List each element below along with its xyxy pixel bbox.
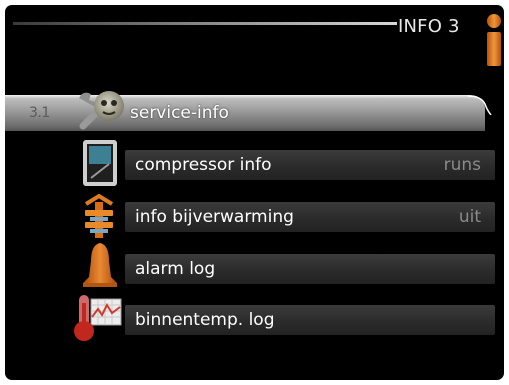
selection-corner-curl bbox=[468, 95, 492, 115]
menu-list: 3.1 service-info compressor info runs in… bbox=[5, 5, 504, 380]
menu-item-label: info bijverwarming bbox=[135, 207, 294, 227]
menu-item-binnentemp-log[interactable]: binnentemp. log bbox=[125, 305, 495, 335]
wrench-gear-icon bbox=[79, 91, 124, 130]
alarm-bell-icon bbox=[83, 243, 117, 287]
menu-item-label: binnentemp. log bbox=[135, 310, 275, 330]
menu-item-label: service-info bbox=[130, 103, 229, 123]
menu-item-info-bijverwarming[interactable]: info bijverwarming uit bbox=[125, 202, 495, 232]
menu-item-index: 3.1 bbox=[29, 105, 50, 121]
menu-item-compressor-info[interactable]: compressor info runs bbox=[125, 150, 495, 180]
menu-item-value: uit bbox=[458, 207, 481, 227]
thermometer-graph-icon bbox=[74, 295, 122, 341]
menu-item-label: compressor info bbox=[135, 155, 272, 175]
display-screen: INFO 3 3.1 service-info compressor info … bbox=[5, 5, 504, 380]
menu-item-value: runs bbox=[443, 155, 481, 175]
menu-item-label: alarm log bbox=[135, 259, 216, 279]
menu-item-alarm-log[interactable]: alarm log bbox=[125, 254, 495, 284]
compressor-icon bbox=[83, 140, 117, 186]
heater-icon bbox=[84, 194, 114, 238]
